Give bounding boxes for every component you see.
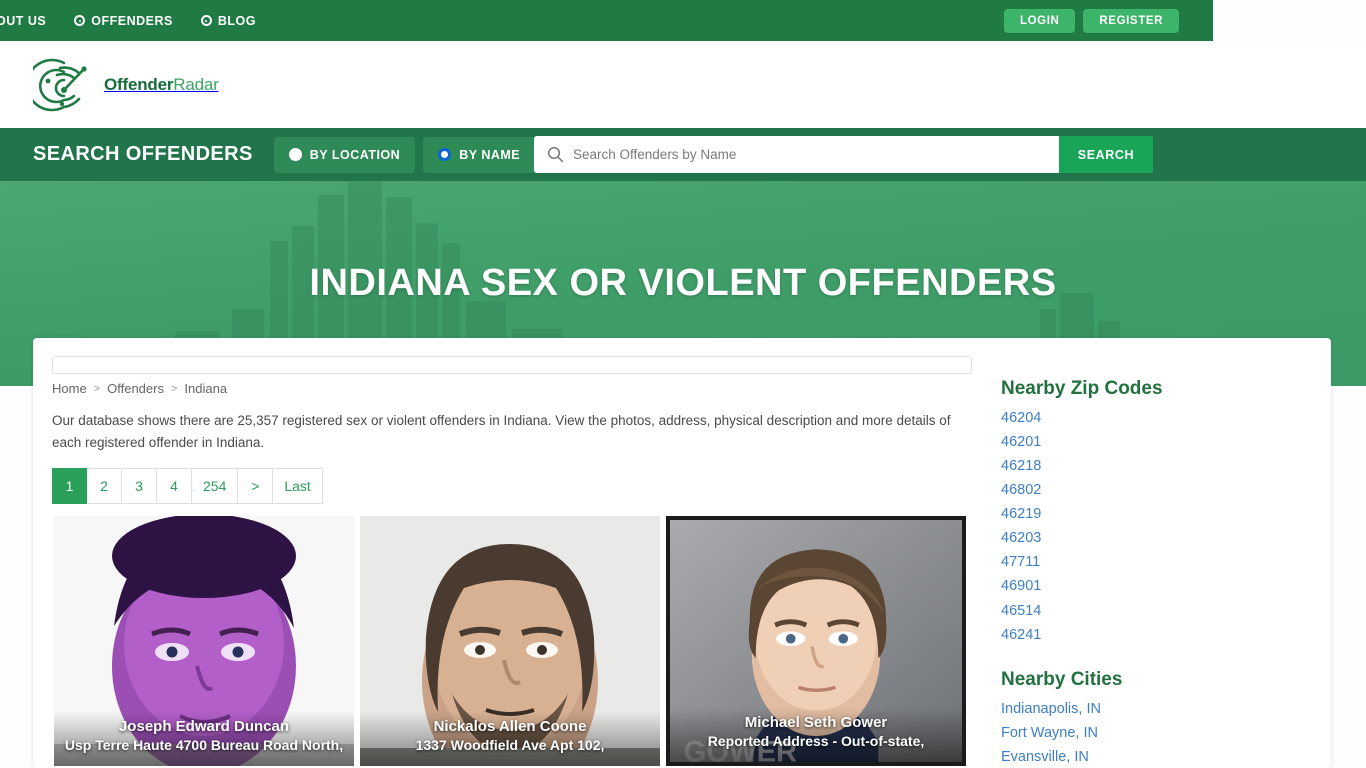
logo-text: OffenderRadar bbox=[104, 75, 219, 95]
offender-name: Nickalos Allen Coone bbox=[433, 717, 587, 735]
nearby-cities-list: Indianapolis, IN Fort Wayne, IN Evansvil… bbox=[1001, 697, 1301, 768]
city-link[interactable]: Fort Wayne, IN bbox=[1001, 721, 1301, 745]
city-link[interactable]: Evansville, IN bbox=[1001, 745, 1301, 768]
zip-link[interactable]: 46203 bbox=[1001, 526, 1301, 550]
zip-link[interactable]: 46219 bbox=[1001, 502, 1301, 526]
pagination-page-1[interactable]: 1 bbox=[52, 468, 87, 504]
breadcrumb-item-indiana[interactable]: Indiana bbox=[184, 381, 227, 396]
top-nav-links: OUT US OFFENDERS BLOG bbox=[0, 14, 256, 28]
nearby-zip-codes-list: 46204 46201 46218 46802 46219 46203 4771… bbox=[1001, 406, 1301, 647]
radar-icon bbox=[33, 58, 87, 111]
breadcrumb-item-home[interactable]: Home bbox=[52, 381, 87, 396]
target-icon bbox=[74, 15, 86, 26]
pagination-next[interactable]: > bbox=[238, 468, 274, 504]
auth-buttons: LOGIN REGISTER bbox=[1003, 8, 1179, 33]
nav-label-blog: BLOG bbox=[217, 13, 256, 28]
site-logo[interactable]: OffenderRadar bbox=[33, 57, 219, 113]
pagination-page-2[interactable]: 2 bbox=[87, 468, 122, 504]
offender-card-list: Joseph Edward Duncan Usp Terre Haute 470… bbox=[54, 516, 966, 766]
top-navigation-bar: OUT US OFFENDERS BLOG LOGIN REGISTER bbox=[0, 0, 1213, 41]
search-mode-group: BY LOCATION BY NAME bbox=[273, 136, 536, 173]
zip-link[interactable]: 46241 bbox=[1001, 623, 1301, 647]
logo-text-light: Radar bbox=[173, 74, 219, 94]
offender-address: Reported Address - Out-of-state, bbox=[707, 733, 925, 750]
offender-name: Joseph Edward Duncan bbox=[118, 717, 290, 735]
logo-bar: OffenderRadar bbox=[0, 41, 1366, 128]
offender-name: Michael Seth Gower bbox=[744, 713, 888, 731]
search-icon bbox=[547, 146, 564, 163]
offender-card-label: Nickalos Allen Coone 1337 Woodfield Ave … bbox=[360, 710, 660, 766]
radio-unselected-icon bbox=[288, 148, 302, 161]
search-input-group: SEARCH bbox=[534, 136, 1153, 173]
breadcrumb-separator: > bbox=[170, 382, 178, 395]
register-button[interactable]: REGISTER bbox=[1083, 8, 1179, 33]
offender-card-label: Michael Seth Gower Reported Address - Ou… bbox=[670, 706, 962, 762]
nav-label-offenders: OFFENDERS bbox=[91, 13, 173, 28]
ad-placeholder bbox=[52, 356, 972, 374]
search-submit-button[interactable]: SEARCH bbox=[1059, 136, 1153, 173]
nav-label-about-us: OUT US bbox=[0, 13, 47, 28]
offender-card[interactable]: Joseph Edward Duncan Usp Terre Haute 470… bbox=[54, 516, 354, 766]
by-location-label: BY LOCATION bbox=[309, 147, 401, 162]
zip-link[interactable]: 47711 bbox=[1001, 550, 1301, 574]
pagination-page-254[interactable]: 254 bbox=[192, 468, 239, 504]
offender-card-label: Joseph Edward Duncan Usp Terre Haute 470… bbox=[54, 710, 354, 766]
target-icon bbox=[200, 15, 212, 26]
pagination: 1 2 3 4 254 > Last bbox=[52, 468, 323, 504]
nearby-zip-codes-heading: Nearby Zip Codes bbox=[1001, 378, 1163, 399]
city-link[interactable]: Indianapolis, IN bbox=[1001, 697, 1301, 721]
zip-link[interactable]: 46514 bbox=[1001, 599, 1301, 623]
nav-item-about-us[interactable]: OUT US bbox=[0, 14, 46, 28]
search-mode-by-location[interactable]: BY LOCATION bbox=[273, 136, 416, 173]
offender-address: 1337 Woodfield Ave Apt 102, bbox=[415, 737, 605, 754]
logo-text-bold: Offender bbox=[104, 74, 174, 94]
breadcrumb-item-offenders[interactable]: Offenders bbox=[107, 381, 164, 396]
zip-link[interactable]: 46901 bbox=[1001, 574, 1301, 598]
radio-selected-icon bbox=[438, 148, 452, 161]
zip-link[interactable]: 46218 bbox=[1001, 454, 1301, 478]
zip-link[interactable]: 46802 bbox=[1001, 478, 1301, 502]
offender-address: Usp Terre Haute 4700 Bureau Road North, bbox=[64, 737, 344, 754]
nav-item-offenders[interactable]: OFFENDERS bbox=[74, 14, 173, 28]
nav-item-blog[interactable]: BLOG bbox=[200, 13, 256, 28]
breadcrumb-separator: > bbox=[93, 382, 101, 395]
search-input[interactable] bbox=[573, 136, 1059, 173]
nearby-cities-heading: Nearby Cities bbox=[1001, 668, 1123, 690]
sidebar: Nearby Zip Codes 46204 46201 46218 46802… bbox=[1001, 378, 1301, 768]
pagination-page-3[interactable]: 3 bbox=[122, 468, 157, 504]
login-button[interactable]: LOGIN bbox=[1003, 8, 1076, 33]
page-root: OUT US OFFENDERS BLOG LOGIN REGISTER Off… bbox=[0, 0, 1366, 768]
search-field-wrap bbox=[534, 136, 1059, 173]
offender-card[interactable]: GOWER Michael Seth Gower Reported Addres… bbox=[666, 516, 966, 766]
intro-paragraph: Our database shows there are 25,357 regi… bbox=[52, 413, 951, 450]
by-name-label: BY NAME bbox=[459, 147, 521, 162]
pagination-page-4[interactable]: 4 bbox=[157, 468, 192, 504]
zip-link[interactable]: 46204 bbox=[1001, 406, 1301, 430]
content-card: Home > Offenders > Indiana Our database … bbox=[33, 338, 1331, 768]
offender-card[interactable]: Nickalos Allen Coone 1337 Woodfield Ave … bbox=[360, 516, 660, 766]
breadcrumb: Home > Offenders > Indiana bbox=[52, 381, 227, 396]
search-mode-by-name[interactable]: BY NAME bbox=[423, 136, 536, 173]
zip-link[interactable]: 46201 bbox=[1001, 430, 1301, 454]
pagination-last[interactable]: Last bbox=[273, 468, 323, 504]
search-offenders-title: SEARCH OFFENDERS bbox=[33, 143, 253, 165]
